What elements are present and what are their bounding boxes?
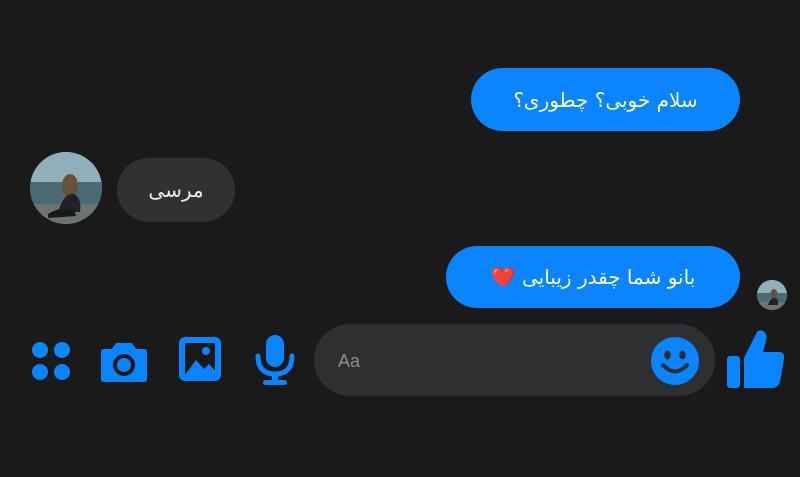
incoming-message-bubble[interactable]: مرسی [117, 158, 235, 222]
camera-icon[interactable] [100, 339, 148, 383]
outgoing-message-bubble[interactable]: بانو شما چقدر زیبایی ❤️ [446, 246, 740, 308]
message-text: مرسی [148, 178, 204, 202]
outgoing-message-bubble[interactable]: سلام خوبی؟ چطوری؟ [471, 68, 740, 131]
contact-avatar[interactable] [30, 152, 102, 224]
contact-photo [30, 152, 102, 224]
message-input[interactable] [336, 344, 640, 378]
emoji-icon[interactable] [650, 336, 700, 386]
thumbs-up-icon[interactable] [726, 328, 786, 390]
message-composer[interactable] [314, 324, 715, 396]
microphone-icon[interactable] [254, 334, 296, 386]
seen-receipt-avatar [757, 280, 787, 310]
apps-icon[interactable] [30, 340, 72, 382]
message-text: سلام خوبی؟ چطوری؟ [513, 87, 698, 112]
seen-avatar-photo [757, 280, 787, 310]
message-text: بانو شما چقدر زیبایی ❤️ [490, 265, 696, 289]
gallery-icon[interactable] [178, 336, 222, 382]
